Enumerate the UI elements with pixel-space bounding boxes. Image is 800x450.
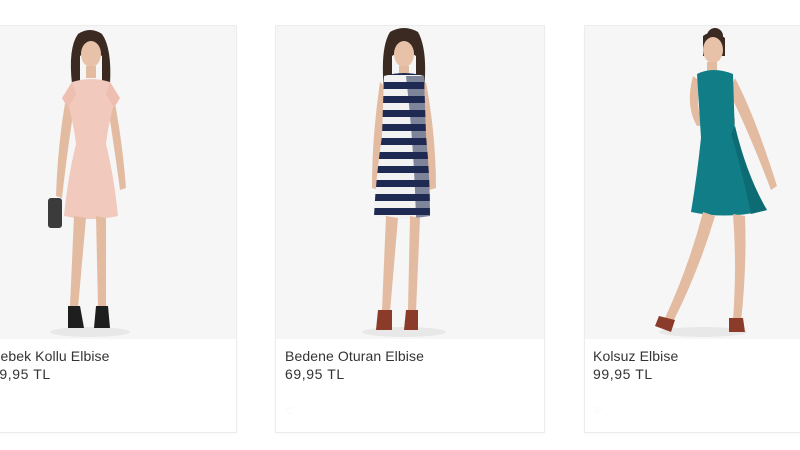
product-card-kolsuz-elbise[interactable]: Kolsuz Elbise 99,95 TL ♡ (585, 26, 800, 432)
heart-icon[interactable]: ♡ (593, 407, 607, 417)
product-card-bebek-kollu-elbise[interactable]: Bebek Kollu Elbise 49,95 TL (0, 26, 236, 432)
product-info: Bebek Kollu Elbise 49,95 TL (0, 339, 236, 383)
product-grid: Bebek Kollu Elbise 49,95 TL (0, 0, 800, 450)
product-photo-pink-dress (48, 30, 130, 337)
product-image[interactable] (276, 26, 544, 339)
product-info: Kolsuz Elbise 99,95 TL ♡ (585, 339, 800, 417)
product-card-bedene-oturan-elbise[interactable]: Bedene Oturan Elbise 69,95 TL ♡ (276, 26, 544, 432)
product-name[interactable]: Kolsuz Elbise (593, 348, 800, 365)
product-photo-striped-dress (362, 28, 446, 337)
product-info: Bedene Oturan Elbise 69,95 TL ♡ (276, 339, 544, 417)
product-name[interactable]: Bebek Kollu Elbise (0, 348, 236, 365)
product-image[interactable] (0, 26, 236, 339)
product-price: 69,95 TL (285, 366, 345, 382)
product-price: 99,95 TL (593, 366, 653, 382)
product-price: 49,95 TL (0, 366, 51, 382)
product-name[interactable]: Bedene Oturan Elbise (285, 348, 544, 365)
product-image[interactable] (585, 26, 800, 339)
product-photo-teal-dress (655, 28, 777, 337)
heart-icon[interactable]: ♡ (285, 407, 299, 417)
